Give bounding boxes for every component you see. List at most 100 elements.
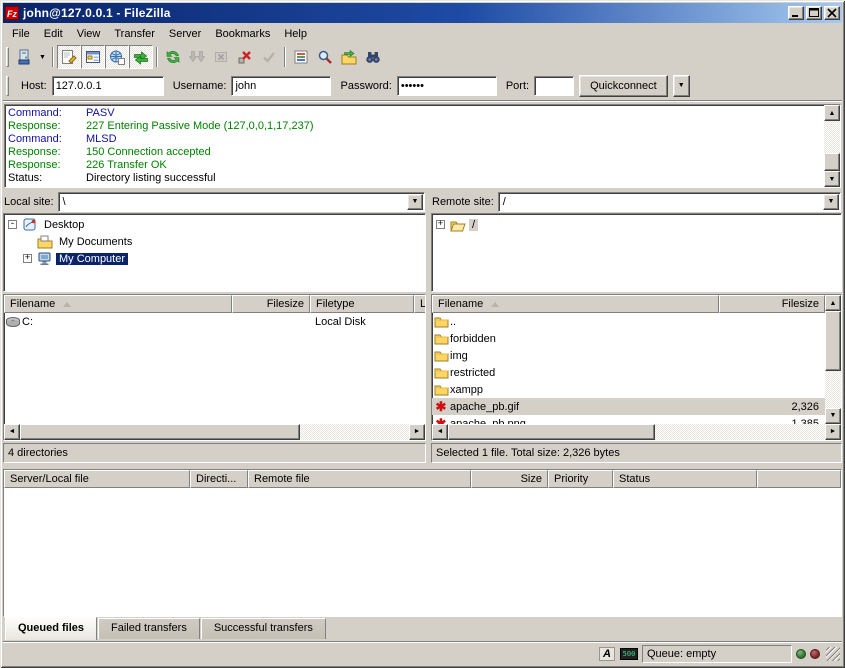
toggle-log-button[interactable] [57,45,81,69]
column-header-priority[interactable]: Priority [548,470,613,488]
local-horizontal-scrollbar[interactable]: ◄ ► [4,424,425,440]
host-label: Host: [21,80,47,92]
username-input[interactable] [231,76,331,96]
remote-file-row[interactable]: .. [432,313,825,330]
filter-button[interactable] [289,45,313,69]
maximize-button[interactable] [806,6,822,20]
disconnect-button[interactable] [233,45,257,69]
scroll-up-button[interactable]: ▲ [824,105,840,121]
scrollbar-thumb[interactable] [825,311,841,371]
toggle-queue-button[interactable] [129,45,153,69]
scroll-left-button[interactable]: ◄ [4,424,20,440]
expand-icon[interactable]: + [436,220,445,229]
tree-item-root[interactable]: + / [434,216,841,233]
scroll-left-button[interactable]: ◄ [432,424,448,440]
scrollbar-thumb[interactable] [448,424,655,440]
menu-view[interactable]: View [70,26,108,42]
toggle-remote-tree-button[interactable] [105,45,129,69]
port-input[interactable] [534,76,574,96]
minimize-button[interactable] [788,6,804,20]
tree-item-label: / [469,219,478,231]
column-header-status[interactable]: Status [613,470,757,488]
tree-item-my-documents[interactable]: My Documents [6,233,425,250]
remote-file-row-selected[interactable]: ✱ apache_pb.gif 2,326 [432,398,825,415]
menu-server[interactable]: Server [162,26,208,42]
scroll-down-button[interactable]: ▼ [824,171,840,187]
file-name: xampp [450,384,725,396]
sort-ascending-icon [63,302,71,307]
tab-failed-transfers[interactable]: Failed transfers [98,618,200,639]
app-icon[interactable]: Fz [5,6,19,20]
tree-item-desktop[interactable]: - Desktop [6,216,425,233]
password-input[interactable] [397,76,497,96]
column-header-direction[interactable]: Directi... [190,470,248,488]
menu-edit[interactable]: Edit [37,26,70,42]
speed-limit-icon[interactable]: 500 [620,646,638,662]
process-queue-button[interactable] [185,45,209,69]
column-label: Filetype [316,298,355,310]
tab-successful-transfers[interactable]: Successful transfers [201,618,326,639]
combo-dropdown-icon[interactable]: ▼ [823,194,839,210]
column-header-remote-file[interactable]: Remote file [248,470,471,488]
column-header-last-modified[interactable]: L [414,295,425,313]
quickconnect-dropdown[interactable]: ▼ [673,75,690,97]
tree-item-my-computer[interactable]: + My Computer [6,250,425,267]
menu-bookmarks[interactable]: Bookmarks [208,26,277,42]
site-manager-button[interactable] [12,45,36,69]
reconnect-button[interactable] [257,45,281,69]
quickconnect-button[interactable]: Quickconnect [579,75,668,97]
sync-browsing-button[interactable] [337,45,361,69]
remote-file-row[interactable]: xampp [432,381,825,398]
scroll-right-button[interactable]: ► [825,424,841,440]
scrollbar-thumb[interactable] [20,424,300,440]
menu-help[interactable]: Help [277,26,314,42]
remote-file-row[interactable]: img [432,347,825,364]
log-vertical-scrollbar[interactable]: ▲ ▼ [824,105,840,187]
column-header-size[interactable]: Size [471,470,548,488]
remote-vertical-scrollbar[interactable]: ▲ ▼ [825,295,841,424]
column-header-filesize[interactable]: Filesize [232,295,310,313]
file-name: forbidden [450,333,725,345]
activity-led-green-icon [796,649,806,659]
remote-file-row[interactable]: restricted [432,364,825,381]
quickconnect-grip[interactable] [6,76,9,96]
column-header-server-local-file[interactable]: Server/Local file [4,470,190,488]
column-header-filename[interactable]: Filename [432,295,719,313]
expand-icon[interactable]: + [23,254,32,263]
site-manager-dropdown[interactable]: ▼ [36,45,49,69]
transfer-type-icon[interactable]: A [598,646,616,662]
cancel-button[interactable] [209,45,233,69]
collapse-icon[interactable]: - [8,220,17,229]
remote-site-combo[interactable]: / ▼ [498,192,841,212]
password-label: Password: [340,80,391,92]
remote-file-row[interactable]: ✱ apache_pb.png 1,385 [432,415,825,424]
column-header-filesize[interactable]: Filesize [719,295,825,313]
menu-transfer[interactable]: Transfer [107,26,162,42]
toggle-local-tree-button[interactable] [81,45,105,69]
refresh-button[interactable] [161,45,185,69]
scroll-up-button[interactable]: ▲ [825,295,841,311]
local-site-combo[interactable]: \ ▼ [58,192,425,212]
remote-file-list: Filename Filesize .. [431,294,842,441]
queue-body [4,488,841,617]
close-button[interactable] [824,6,840,20]
file-search-button[interactable] [313,45,337,69]
host-input[interactable] [52,76,164,96]
column-header-filename[interactable]: Filename [4,295,232,313]
scrollbar-thumb[interactable] [824,153,840,171]
menu-file[interactable]: File [5,26,37,42]
tab-queued-files[interactable]: Queued files [5,617,97,640]
scroll-down-button[interactable]: ▼ [825,408,841,424]
resize-grip[interactable] [826,647,840,661]
remote-horizontal-scrollbar[interactable]: ◄ ► [432,424,841,440]
local-file-row[interactable]: C: Local Disk [4,313,425,330]
log-label: Response: [8,120,86,133]
sort-ascending-icon [491,302,499,307]
directory-compare-button[interactable] [361,45,385,69]
combo-dropdown-icon[interactable]: ▼ [407,194,423,210]
folder-icon [432,366,450,379]
scroll-right-button[interactable]: ► [409,424,425,440]
toolbar-grip[interactable] [6,47,9,67]
remote-file-row[interactable]: forbidden [432,330,825,347]
column-header-filetype[interactable]: Filetype [310,295,414,313]
